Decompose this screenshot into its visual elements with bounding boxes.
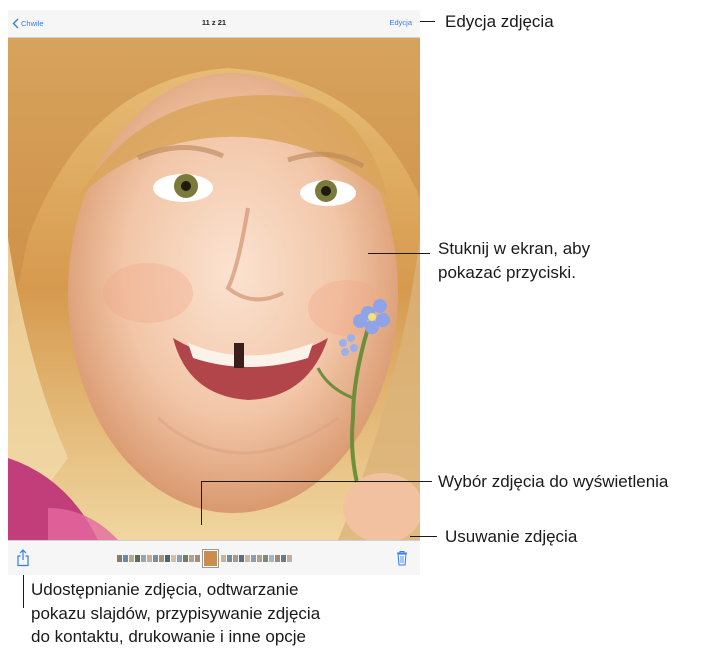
- thumbnail[interactable]: [165, 555, 170, 562]
- thumbnail[interactable]: [195, 555, 200, 562]
- thumbnail[interactable]: [183, 555, 188, 562]
- callout-share-line3: do kontaktu, drukowanie i inne opcje: [31, 627, 307, 646]
- edit-button[interactable]: Edycja: [389, 18, 412, 27]
- thumbnail[interactable]: [117, 555, 122, 562]
- callout-select: Wybór zdjęcia do wyświetlenia: [438, 472, 669, 491]
- thumbnail[interactable]: [239, 555, 244, 562]
- navigation-bar: Chwile 11 z 21 Edycja: [8, 10, 420, 38]
- thumbnail[interactable]: [221, 555, 226, 562]
- thumbnail[interactable]: [245, 555, 250, 562]
- thumbnail-selected[interactable]: [203, 550, 218, 567]
- thumbnail[interactable]: [147, 555, 152, 562]
- thumbnail[interactable]: [189, 555, 194, 562]
- bottom-toolbar: [8, 540, 420, 575]
- thumbnail[interactable]: [263, 555, 268, 562]
- thumbnail[interactable]: [269, 555, 274, 562]
- trash-icon[interactable]: [396, 550, 408, 566]
- illustration: Chwile 11 z 21 Edycja Edycja zdjęcia Stu…: [0, 0, 723, 649]
- ipad-screen: Chwile 11 z 21 Edycja: [8, 10, 420, 575]
- thumbnail[interactable]: [159, 555, 164, 562]
- thumbnail[interactable]: [227, 555, 232, 562]
- photo-counter: 11 z 21: [201, 18, 227, 27]
- girl-photo: [8, 38, 420, 540]
- thumbnail[interactable]: [287, 555, 292, 562]
- thumbnail[interactable]: [251, 555, 256, 562]
- thumbnail-strip[interactable]: [117, 550, 311, 567]
- callout-tap-line2: pokazać przyciski.: [438, 263, 576, 282]
- photo-view[interactable]: [8, 38, 420, 540]
- thumbnail[interactable]: [177, 555, 182, 562]
- thumbnail[interactable]: [135, 555, 140, 562]
- callout-line-tap: [368, 253, 430, 254]
- callout-line-delete: [410, 536, 437, 537]
- callout-tap-line1: Stuknij w ekran, aby: [438, 239, 591, 258]
- thumbnail[interactable]: [281, 555, 286, 562]
- thumbnail[interactable]: [129, 555, 134, 562]
- thumbnail[interactable]: [123, 555, 128, 562]
- callout-share-line1: Udostępnianie zdjęcia, odtwarzanie: [31, 580, 299, 599]
- thumbnail[interactable]: [171, 555, 176, 562]
- thumbnail[interactable]: [257, 555, 262, 562]
- callout-line-select: [201, 481, 432, 482]
- share-icon[interactable]: [16, 549, 30, 567]
- callout-line-select-vertical: [201, 481, 202, 525]
- thumbnail[interactable]: [233, 555, 238, 562]
- thumbnail[interactable]: [141, 555, 146, 562]
- thumbnail[interactable]: [275, 555, 280, 562]
- callout-share-line2: pokazu slajdów, przypisywanie zdjęcia: [31, 604, 321, 623]
- callout-edit: Edycja zdjęcia: [445, 12, 554, 31]
- callout-delete: Usuwanie zdjęcia: [445, 527, 578, 546]
- thumbnail[interactable]: [153, 555, 158, 562]
